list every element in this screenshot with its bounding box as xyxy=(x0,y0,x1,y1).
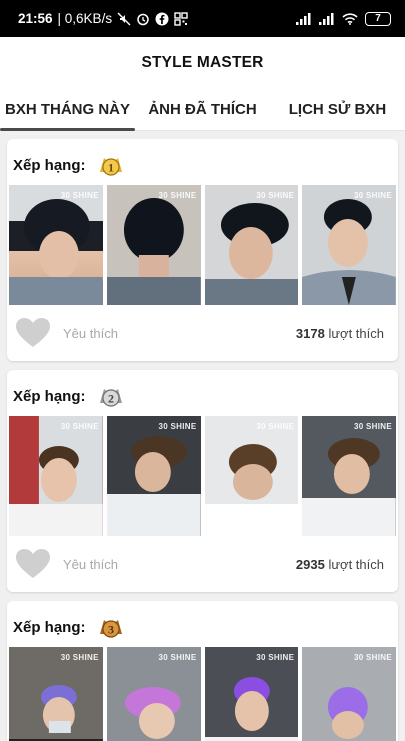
hairstyle-photo[interactable]: 30 SHINE xyxy=(204,647,299,741)
watermark: 30 SHINE xyxy=(158,191,197,200)
tab-liked-photos[interactable]: ẢNH ĐÃ THÍCH xyxy=(135,89,270,130)
signal-icon xyxy=(296,12,312,25)
hairstyle-photo[interactable]: 30 SHINE xyxy=(204,185,299,305)
hairstyle-photo[interactable]: 30 SHINE xyxy=(106,416,201,536)
page-title: STYLE MASTER xyxy=(141,54,264,71)
heart-icon[interactable] xyxy=(15,317,51,349)
watermark: 30 SHINE xyxy=(60,653,99,662)
tab-bar: BXH THÁNG NÀY ẢNH ĐÃ THÍCH LỊCH SỬ BXH xyxy=(0,89,405,131)
medal-number: 3 xyxy=(108,623,114,637)
medal-icon: 2 xyxy=(96,381,126,411)
wifi-icon xyxy=(342,12,358,25)
hairstyle-photo[interactable]: 30 SHINE xyxy=(9,416,103,536)
watermark: 30 SHINE xyxy=(354,422,392,431)
battery-icon: 7 xyxy=(365,11,391,26)
hairstyle-photo[interactable]: 30 SHINE xyxy=(9,647,103,741)
watermark: 30 SHINE xyxy=(60,422,99,431)
like-count-suffix: lượt thích xyxy=(328,325,384,341)
ranking-card: Xếp hạng: 2 30 SHINE 30 SHINE 30 SHINE 3… xyxy=(7,370,398,592)
clock: 21:56 xyxy=(18,11,53,26)
like-count-number: 2935 xyxy=(295,556,325,572)
hairstyle-photo[interactable]: 30 SHINE xyxy=(9,185,103,305)
medal-icon: 3 xyxy=(96,612,126,642)
hairstyle-photo[interactable]: 30 SHINE xyxy=(106,647,201,741)
hairstyle-photo[interactable]: 30 SHINE xyxy=(302,416,396,536)
mute-icon xyxy=(117,11,131,26)
watermark: 30 SHINE xyxy=(256,653,295,662)
like-count-number: 3178 xyxy=(295,325,325,341)
photo-row: 30 SHINE 30 SHINE 30 SHINE 30 SHINE xyxy=(7,185,398,305)
photo-row: 30 SHINE 30 SHINE 30 SHINE 30 SHINE xyxy=(7,647,398,741)
facebook-icon xyxy=(155,12,169,26)
tab-monthly-ranking[interactable]: BXH THÁNG NÀY xyxy=(0,89,135,130)
favorite-button[interactable]: Yêu thích xyxy=(63,326,118,341)
tab-ranking-history[interactable]: LỊCH SỬ BXH xyxy=(270,89,405,130)
watermark: 30 SHINE xyxy=(256,422,295,431)
hairstyle-photo[interactable]: 30 SHINE xyxy=(204,416,299,536)
network-speed: | 0,6KB/s xyxy=(57,11,113,26)
watermark: 30 SHINE xyxy=(158,422,197,431)
medal-number: 2 xyxy=(108,392,114,406)
qr-icon xyxy=(174,11,188,26)
rank-label: Xếp hạng: xyxy=(13,156,86,174)
hairstyle-photo[interactable]: 30 SHINE xyxy=(302,647,396,741)
heart-icon[interactable] xyxy=(15,548,51,580)
rank-label: Xếp hạng: xyxy=(13,387,86,405)
watermark: 30 SHINE xyxy=(354,191,392,200)
like-count: 3178 lượt thích xyxy=(296,326,384,341)
ranking-list: Xếp hạng: 1 30 SHINE 30 SHINE 30 SHINE 3… xyxy=(0,131,405,741)
favorite-button[interactable]: Yêu thích xyxy=(63,557,118,572)
status-bar: 21:56 | 0,6KB/s 7 xyxy=(0,0,405,37)
signal-icon-2 xyxy=(319,12,335,25)
medal-icon: 1 xyxy=(96,150,126,180)
watermark: 30 SHINE xyxy=(60,191,99,200)
watermark: 30 SHINE xyxy=(256,191,295,200)
active-tab-indicator xyxy=(0,128,135,131)
ranking-card: Xếp hạng: 3 30 SHINE 30 SHINE 30 SHINE 3… xyxy=(7,601,398,741)
hairstyle-photo[interactable]: 30 SHINE xyxy=(106,185,201,305)
ranking-card: Xếp hạng: 1 30 SHINE 30 SHINE 30 SHINE 3… xyxy=(7,139,398,361)
hairstyle-photo[interactable]: 30 SHINE xyxy=(302,185,396,305)
watermark: 30 SHINE xyxy=(158,653,197,662)
rank-label: Xếp hạng: xyxy=(13,618,86,636)
medal-number: 1 xyxy=(108,161,114,175)
watermark: 30 SHINE xyxy=(354,653,392,662)
like-count: 2935 lượt thích xyxy=(296,557,384,572)
photo-row: 30 SHINE 30 SHINE 30 SHINE 30 SHINE xyxy=(7,416,398,536)
like-count-suffix: lượt thích xyxy=(328,556,384,572)
alarm-icon xyxy=(136,12,150,26)
app-header: STYLE MASTER xyxy=(0,37,405,89)
